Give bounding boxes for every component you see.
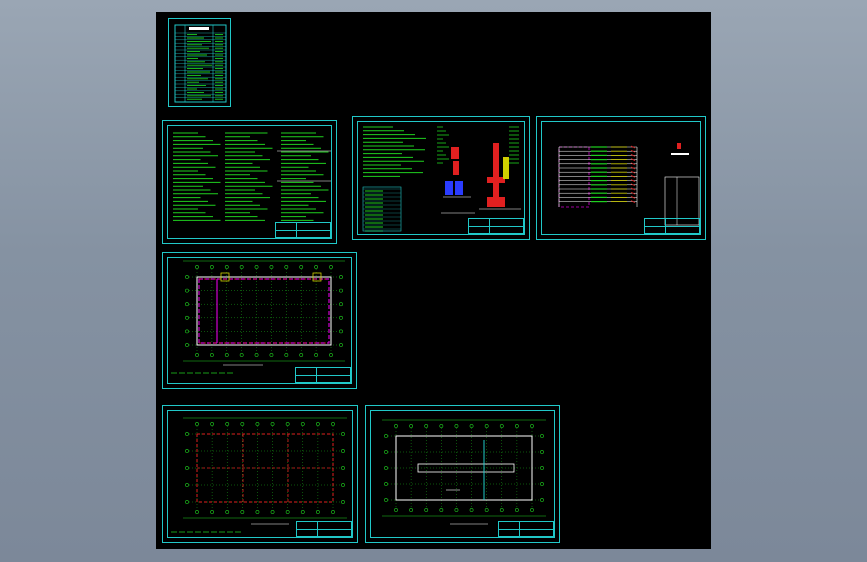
sheet-details[interactable] [352, 116, 530, 240]
sheet-floor-plan-1[interactable] [162, 252, 357, 389]
drawing-canvas[interactable] [156, 12, 711, 549]
sheet-floor-plan-2[interactable] [162, 405, 358, 543]
sheet-floor-plan-3[interactable] [365, 405, 560, 543]
title-block [275, 222, 331, 238]
sheet-system-diagram[interactable] [536, 116, 706, 240]
title-block [644, 218, 700, 234]
sheet-drawing-index[interactable] [168, 18, 231, 107]
title-block [498, 521, 554, 537]
sheet-design-notes[interactable] [162, 120, 337, 244]
index-table-graphic [174, 24, 227, 103]
title-block [468, 218, 524, 234]
title-block [295, 367, 351, 383]
title-block [296, 521, 352, 537]
